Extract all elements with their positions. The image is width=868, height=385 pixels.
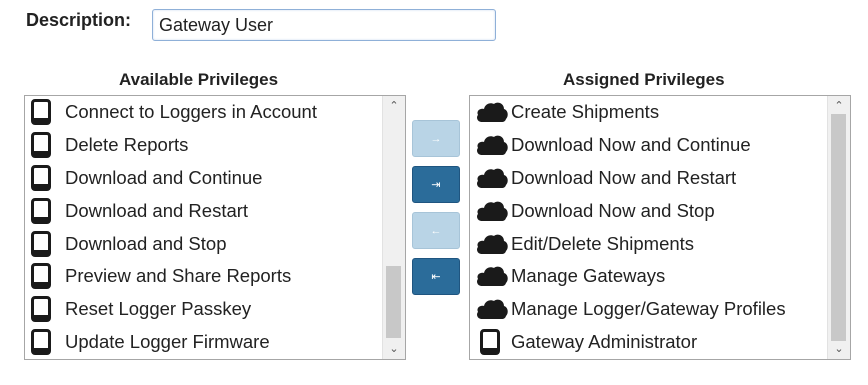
privilege-label: Reset Logger Passkey xyxy=(65,298,252,320)
privilege-label: Manage Gateways xyxy=(511,265,666,287)
privilege-label: Preview and Share Reports xyxy=(65,265,292,287)
available-privilege-item[interactable]: Download and Stop xyxy=(25,227,383,260)
cloud-icon xyxy=(475,100,509,124)
device-icon xyxy=(31,296,51,323)
scrollbar-thumb[interactable] xyxy=(831,114,846,341)
cloud-icon xyxy=(475,232,509,256)
device-icon xyxy=(31,99,51,126)
arrow-left-to-bar-icon: ⇤ xyxy=(431,271,441,283)
device-icon xyxy=(480,328,500,355)
arrow-right-to-bar-icon: ⇥ xyxy=(431,179,441,191)
privilege-label: Download Now and Restart xyxy=(511,166,737,188)
privilege-label: Update Logger Firmware xyxy=(65,330,270,352)
move-selected-left-button[interactable]: ← xyxy=(412,212,460,249)
description-input[interactable] xyxy=(152,9,496,41)
available-privilege-item[interactable]: Update Logger Firmware xyxy=(25,326,383,359)
device-icon xyxy=(31,197,51,224)
available-privilege-item[interactable]: Download and Restart xyxy=(25,194,383,227)
privilege-label: Connect to Loggers in Account xyxy=(65,101,317,123)
assigned-privilege-item[interactable]: Download Now and Stop xyxy=(470,194,828,227)
device-icon xyxy=(31,263,51,290)
privilege-label: Gateway Administrator xyxy=(511,330,698,352)
privilege-label: Edit/Delete Shipments xyxy=(511,232,695,254)
scrollbar-thumb[interactable] xyxy=(386,266,401,338)
available-privileges-title: Available Privileges xyxy=(119,70,279,89)
available-privilege-item[interactable]: Connect to Loggers in Account xyxy=(25,96,383,129)
arrow-right-icon: → xyxy=(430,132,442,145)
device-icon xyxy=(31,164,51,191)
assigned-privilege-item[interactable]: Edit/Delete Shipments xyxy=(470,227,828,260)
privilege-label: Download Now and Stop xyxy=(511,199,715,221)
cloud-icon xyxy=(475,297,509,321)
scroll-down-arrow-icon[interactable]: ⌄ xyxy=(383,341,405,357)
available-privilege-item[interactable]: Reset Logger Passkey xyxy=(25,293,383,326)
available-privileges-list[interactable]: Connect to Loggers in Account Delete Repo… xyxy=(24,95,406,360)
scroll-up-arrow-icon[interactable]: ⌃ xyxy=(383,98,405,114)
assigned-privilege-item[interactable]: Download Now and Restart xyxy=(470,162,828,195)
assigned-privileges-list[interactable]: Create Shipments Download Now and Continu… xyxy=(469,95,851,360)
assigned-privileges-title: Assigned Privileges xyxy=(563,70,725,89)
device-icon xyxy=(31,328,51,355)
available-list-scrollbar[interactable]: ⌃ ⌄ xyxy=(382,96,405,359)
device-icon xyxy=(31,230,51,257)
move-selected-right-button[interactable]: → xyxy=(412,120,460,157)
privilege-label: Download and Restart xyxy=(65,199,249,221)
privilege-label: Manage Logger/Gateway Profiles xyxy=(511,298,786,320)
device-icon xyxy=(31,132,51,159)
description-label: Description: xyxy=(26,10,132,30)
cloud-icon xyxy=(475,166,509,190)
privilege-label: Download and Stop xyxy=(65,232,227,254)
cloud-icon xyxy=(475,199,509,223)
assigned-privilege-item[interactable]: Manage Logger/Gateway Profiles xyxy=(470,293,828,326)
available-privilege-item[interactable]: Delete Reports xyxy=(25,129,383,162)
privilege-label: Download Now and Continue xyxy=(511,134,751,156)
privilege-label: Create Shipments xyxy=(511,101,660,123)
assigned-privilege-item[interactable]: Create Shipments xyxy=(470,96,828,129)
scroll-up-arrow-icon[interactable]: ⌃ xyxy=(828,98,850,114)
assigned-list-scrollbar[interactable]: ⌃ ⌄ xyxy=(827,96,850,359)
assigned-privilege-item[interactable]: Gateway Administrator xyxy=(470,326,828,359)
arrow-left-icon: ← xyxy=(430,224,442,237)
privilege-label: Download and Continue xyxy=(65,166,263,188)
scroll-down-arrow-icon[interactable]: ⌄ xyxy=(828,341,850,357)
privilege-label: Delete Reports xyxy=(65,134,189,156)
available-privilege-item[interactable]: Download and Continue xyxy=(25,162,383,195)
move-all-right-button[interactable]: ⇥ xyxy=(412,166,460,203)
available-privilege-item[interactable]: Preview and Share Reports xyxy=(25,260,383,293)
cloud-icon xyxy=(475,264,509,288)
assigned-privilege-item[interactable]: Download Now and Continue xyxy=(470,129,828,162)
move-all-left-button[interactable]: ⇤ xyxy=(412,258,460,295)
assigned-privilege-item[interactable]: Manage Gateways xyxy=(470,260,828,293)
cloud-icon xyxy=(475,133,509,157)
